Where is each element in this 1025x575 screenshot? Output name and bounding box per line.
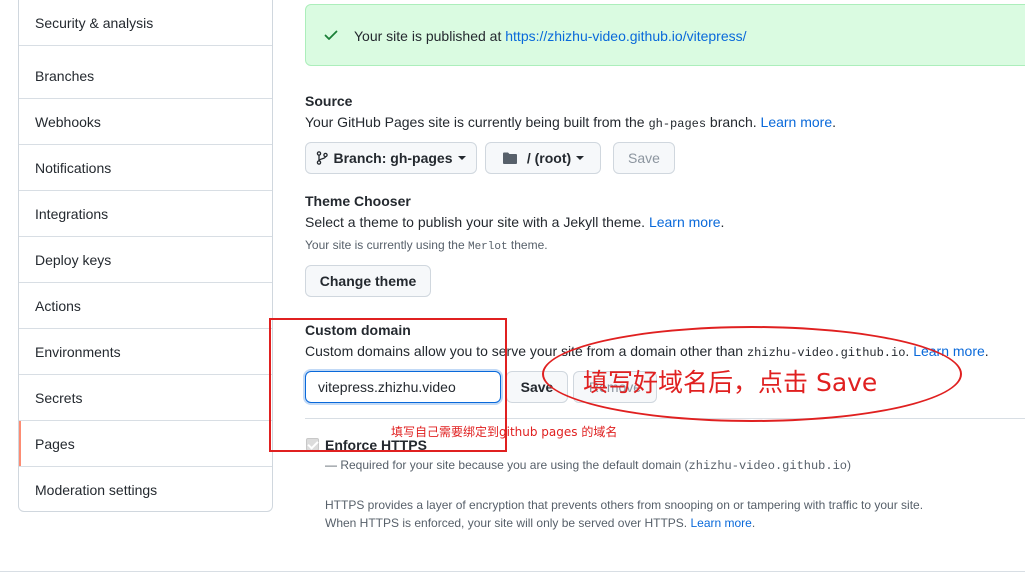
published-flash: Your site is published at https://zhizhu… xyxy=(305,4,1025,66)
sidebar-item-webhooks[interactable]: Webhooks xyxy=(19,99,272,145)
theme-period: . xyxy=(720,214,725,230)
sidebar-item-deploy-keys[interactable]: Deploy keys xyxy=(19,237,272,283)
chevron-down-icon xyxy=(457,156,466,160)
check-icon xyxy=(324,30,338,40)
current-theme-after: theme. xyxy=(507,238,548,252)
custom-domain-period: . xyxy=(984,343,989,359)
sidebar-item-label: Environments xyxy=(35,343,121,360)
theme-desc-text: Select a theme to publish your site with… xyxy=(305,214,649,230)
https-info-line1: HTTPS provides a layer of encryption tha… xyxy=(325,498,924,512)
theme-description: Select a theme to publish your site with… xyxy=(305,214,724,230)
theme-heading: Theme Chooser xyxy=(305,193,411,209)
source-desc-after: branch. xyxy=(706,114,761,130)
annotation-domain-hint: 填写自己需要绑定到github pages 的域名 xyxy=(391,425,618,439)
current-theme-name: Merlot xyxy=(467,241,508,253)
sidebar-item-label: Security & analysis xyxy=(35,14,154,31)
sidebar-item-branches[interactable]: Branches xyxy=(19,53,272,99)
https-learn-more-link[interactable]: Learn more xyxy=(690,516,751,530)
https-required-note: — Required for your site because you are… xyxy=(325,458,851,473)
sidebar-item-label: Secrets xyxy=(35,389,83,406)
flash-message: Your site is published at https://zhizhu… xyxy=(354,28,747,44)
annotation-save-hint: 填写好域名后，点击 Save xyxy=(583,368,878,397)
folder-select-button[interactable]: / (root) xyxy=(485,142,601,174)
sidebar-item-label: Moderation settings xyxy=(35,482,158,498)
https-info-line2: When HTTPS is enforced, your site will o… xyxy=(325,516,755,530)
sidebar-item-label: Pages xyxy=(35,435,75,452)
site-url-link[interactable]: https://zhizhu-video.github.io/vitepress… xyxy=(505,28,746,44)
current-theme-note: Your site is currently using the Merlot … xyxy=(305,238,548,253)
branch-button-label: Branch: gh-pages xyxy=(333,150,453,166)
branch-select-button[interactable]: Branch: gh-pages xyxy=(305,142,477,174)
https-period: . xyxy=(751,516,756,530)
sidebar-item-integrations[interactable]: Integrations xyxy=(19,191,272,237)
sidebar-item-security-analysis[interactable]: Security & analysis xyxy=(19,0,272,46)
change-theme-button[interactable]: Change theme xyxy=(305,265,431,297)
theme-learn-more-link[interactable]: Learn more xyxy=(649,214,721,230)
source-save-button[interactable]: Save xyxy=(613,142,675,174)
sidebar-item-notifications[interactable]: Notifications xyxy=(19,145,272,191)
sidebar-item-label: Integrations xyxy=(35,205,109,222)
https-required-domain: zhizhu-video.github.io xyxy=(688,459,847,473)
sidebar-item-label: Notifications xyxy=(35,159,112,176)
current-theme-text: Your site is currently using the xyxy=(305,238,468,252)
sidebar-item-moderation-settings[interactable]: Moderation settings xyxy=(19,467,272,511)
sidebar-item-pages[interactable]: Pages xyxy=(19,421,272,467)
flash-text: Your site is published at xyxy=(354,28,506,44)
sidebar-item-environments[interactable]: Environments xyxy=(19,329,272,375)
source-desc-text: Your GitHub Pages site is currently bein… xyxy=(305,114,649,130)
git-branch-icon xyxy=(317,151,329,165)
https-info-text: When HTTPS is enforced, your site will o… xyxy=(325,516,691,530)
source-heading: Source xyxy=(305,93,353,109)
https-required-text: — Required for your site because you are… xyxy=(325,458,689,472)
footer-divider xyxy=(0,571,1025,572)
sidebar-item-actions[interactable]: Actions xyxy=(19,283,272,329)
folder-button-label: / (root) xyxy=(526,150,572,166)
branch-code: gh-pages xyxy=(648,117,707,131)
settings-sidebar: Security & analysis Branches Webhooks No… xyxy=(18,0,273,512)
sidebar-item-label: Actions xyxy=(35,297,81,314)
source-period: . xyxy=(832,114,837,130)
source-learn-more-link[interactable]: Learn more xyxy=(761,114,833,130)
sidebar-item-secrets[interactable]: Secrets xyxy=(19,375,272,421)
chevron-down-icon xyxy=(576,156,585,160)
sidebar-item-label: Deploy keys xyxy=(35,251,112,268)
sidebar-item-label: Webhooks xyxy=(35,113,101,130)
sidebar-item-label: Branches xyxy=(35,67,95,84)
https-required-after: ) xyxy=(846,458,851,472)
folder-icon xyxy=(502,152,517,164)
source-description: Your GitHub Pages site is currently bein… xyxy=(305,114,836,131)
